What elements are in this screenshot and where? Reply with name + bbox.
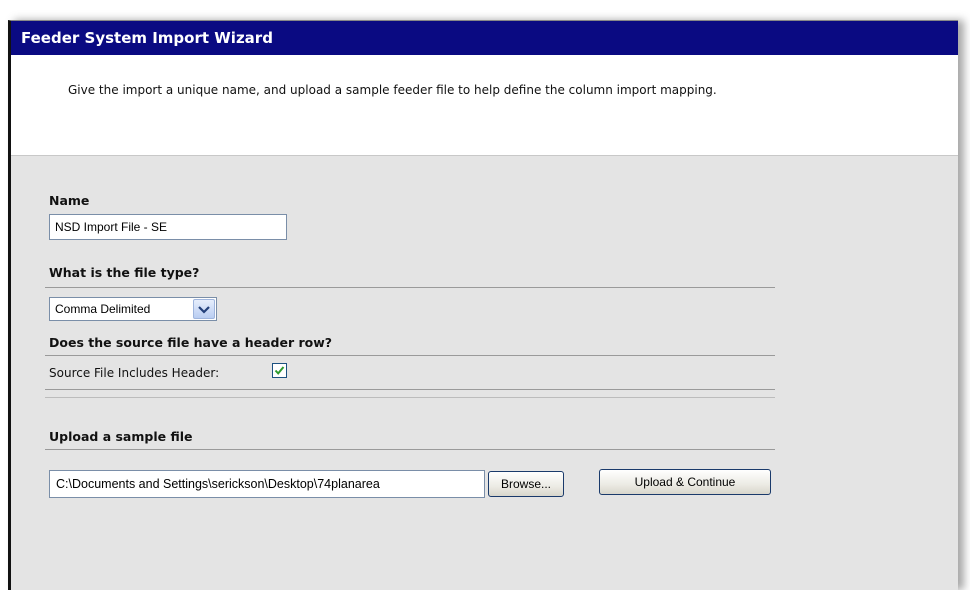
upload-continue-button[interactable]: Upload & Continue bbox=[599, 469, 771, 495]
upload-label: Upload a sample file bbox=[49, 429, 193, 444]
divider bbox=[45, 287, 775, 288]
checkmark-icon bbox=[274, 366, 285, 375]
intro-panel: Give the import a unique name, and uploa… bbox=[11, 55, 958, 156]
name-label: Name bbox=[49, 193, 90, 208]
file-type-select[interactable]: Comma Delimited bbox=[49, 297, 217, 321]
wizard-window: Feeder System Import Wizard Give the imp… bbox=[8, 20, 958, 590]
header-checkbox-label: Source File Includes Header: bbox=[49, 366, 220, 380]
dropdown-button[interactable] bbox=[193, 299, 215, 319]
header-checkbox[interactable] bbox=[272, 363, 287, 378]
divider bbox=[45, 355, 775, 356]
browse-button[interactable]: Browse... bbox=[488, 471, 564, 497]
name-input[interactable]: NSD Import File - SE bbox=[49, 214, 287, 240]
divider bbox=[45, 449, 775, 450]
divider bbox=[45, 397, 775, 398]
file-path-input[interactable]: C:\Documents and Settings\serickson\Desk… bbox=[49, 470, 485, 498]
header-row-label: Does the source file have a header row? bbox=[49, 335, 333, 350]
file-type-value: Comma Delimited bbox=[55, 302, 151, 316]
divider bbox=[45, 389, 775, 390]
file-type-label: What is the file type? bbox=[49, 265, 200, 280]
window-title: Feeder System Import Wizard bbox=[11, 21, 958, 55]
chevron-down-icon bbox=[198, 306, 210, 314]
intro-text: Give the import a unique name, and uploa… bbox=[68, 83, 717, 97]
